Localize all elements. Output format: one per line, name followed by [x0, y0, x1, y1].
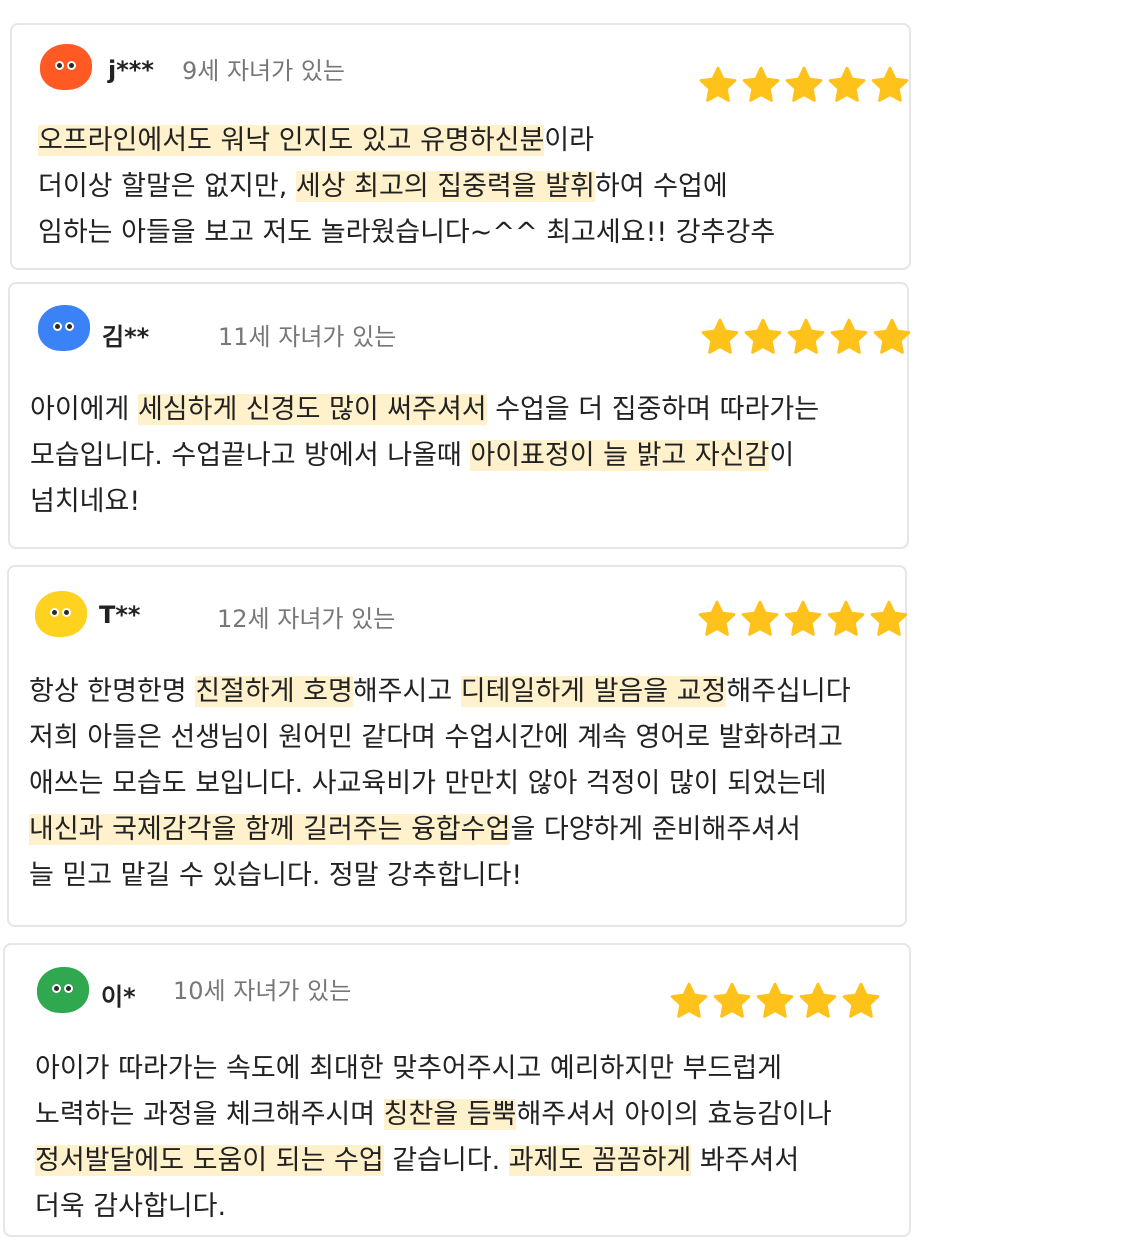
review-text-segment: 해주시고: [352, 676, 461, 707]
reviewer-name: 김**: [102, 323, 150, 351]
review-text-segment: 같습니다.: [383, 1145, 509, 1176]
eye-icon: [55, 61, 64, 70]
review-text-segment: 해주십니다: [726, 676, 851, 707]
review-line: 아이에게 세심하게 신경도 많이 써주셔서 수업을 더 집중하며 따라가는: [30, 387, 819, 433]
review-line: 내신과 국제감각을 함께 길러주는 융합수업을 다양하게 준비해주셔서: [29, 807, 851, 853]
review-text-segment: 애쓰는 모습도 보입니다. 사교육비가 만만치 않아 걱정이 많이 되었는데: [29, 768, 827, 799]
star-icon: [742, 66, 780, 102]
star-icon: [698, 600, 736, 636]
review-line: 넘치네요!: [30, 479, 819, 525]
star-icon: [713, 982, 751, 1018]
star-icon: [701, 318, 739, 354]
review-text-segment: 항상 한명한명: [29, 676, 196, 707]
highlighted-text: 세상 최고의 집중력을 발휘: [295, 171, 595, 202]
review-text-segment: 봐주셔서: [691, 1145, 800, 1176]
review-text-segment: 수업을 더 집중하며 따라가는: [486, 394, 820, 425]
review-text: 아이에게 세심하게 신경도 많이 써주셔서 수업을 더 집중하며 따라가는 모습입…: [30, 387, 819, 525]
highlighted-text: 디테일하게 발음을 교정: [460, 676, 727, 707]
review-line: 오프라인에서도 워낙 인지도 있고 유명하신분이라: [38, 118, 775, 164]
review-line: 더욱 감사합니다.: [35, 1184, 832, 1230]
eye-icon: [65, 322, 74, 331]
review-text-segment: 아이에게: [30, 394, 138, 425]
review-line: 모습입니다. 수업끝나고 방에서 나올때 아이표정이 늘 밝고 자신감이: [30, 433, 819, 479]
review-line: 늘 믿고 맡길 수 있습니다. 정말 강추합니다!: [29, 853, 851, 899]
rating-stars: [700, 317, 912, 357]
review-line: 저희 아들은 선생님이 원어민 같다며 수업시간에 계속 영어로 발화하려고: [29, 715, 851, 761]
avatar: [38, 305, 90, 351]
star-icon: [842, 982, 880, 1018]
eye-icon: [50, 608, 59, 617]
reviewer-subtitle: 11세 자녀가 있는: [218, 323, 397, 351]
review-text-segment: 아이가 따라가는 속도에 최대한 맞추어주시고 예리하지만 부드럽게: [35, 1053, 783, 1084]
reviewer-name: 이*: [101, 983, 136, 1011]
star-icon: [830, 318, 868, 354]
star-icon: [741, 600, 779, 636]
star-icon: [744, 318, 782, 354]
review-card: 이* 10세 자녀가 있는 아이가 따라가는 속도에 최대한 맞추어주시고 예리…: [3, 943, 911, 1237]
highlighted-text: 정서발달에도 도움이 되는 수업: [35, 1145, 384, 1176]
review-text-segment: 더이상 할말은 없지만,: [38, 171, 296, 202]
star-icon: [670, 982, 708, 1018]
highlighted-text: 내신과 국제감각을 함께 길러주는 융합수업: [29, 814, 511, 845]
avatar: [35, 591, 87, 637]
review-text: 아이가 따라가는 속도에 최대한 맞추어주시고 예리하지만 부드럽게노력하는 과…: [35, 1046, 832, 1230]
star-icon: [799, 982, 837, 1018]
highlighted-text: 세심하게 신경도 많이 써주셔서: [137, 394, 487, 425]
review-line: 정서발달에도 도움이 되는 수업 같습니다. 과제도 꼼꼼하게 봐주셔서: [35, 1138, 832, 1184]
star-icon: [873, 318, 911, 354]
rating-stars: [669, 981, 881, 1021]
review-text: 항상 한명한명 친절하게 호명해주시고 디테일하게 발음을 교정해주십니다저희 …: [29, 669, 851, 899]
eye-icon: [52, 984, 61, 993]
review-text-segment: 을 다양하게 준비해주셔서: [510, 814, 801, 845]
star-icon: [785, 66, 823, 102]
reviewer-subtitle: 9세 자녀가 있는: [182, 57, 346, 85]
eye-icon: [67, 61, 76, 70]
highlighted-text: 과제도 꼼꼼하게: [508, 1145, 692, 1176]
review-text-segment: 저희 아들은 선생님이 원어민 같다며 수업시간에 계속 영어로 발화하려고: [29, 722, 843, 753]
reviewer-name: T**: [99, 601, 141, 629]
eye-icon: [62, 608, 71, 617]
eye-icon: [53, 322, 62, 331]
highlighted-text: 아이표정이 늘 밝고 자신감: [470, 440, 770, 471]
review-text-segment: 더욱 감사합니다.: [35, 1191, 227, 1222]
avatar: [37, 967, 89, 1013]
reviewer-subtitle: 10세 자녀가 있는: [173, 977, 352, 1005]
review-text-segment: 임하는 아들을 보고 저도 놀라웠습니다~^^ 최고세요!! 강추강추: [38, 217, 776, 248]
review-text-segment: 이라: [544, 125, 594, 156]
review-text-segment: 넘치네요!: [30, 486, 141, 517]
star-icon: [871, 66, 909, 102]
review-line: 애쓰는 모습도 보입니다. 사교육비가 만만치 않아 걱정이 많이 되었는데: [29, 761, 851, 807]
avatar: [40, 44, 92, 90]
star-icon: [699, 66, 737, 102]
star-icon: [784, 600, 822, 636]
star-icon: [827, 600, 865, 636]
review-line: 임하는 아들을 보고 저도 놀라웠습니다~^^ 최고세요!! 강추강추: [38, 210, 775, 256]
review-card: 김** 11세 자녀가 있는 아이에게 세심하게 신경도 많이 써주셔서 수업을…: [8, 282, 912, 549]
review-line: 아이가 따라가는 속도에 최대한 맞추어주시고 예리하지만 부드럽게: [35, 1046, 832, 1092]
review-text-segment: 하여 수업에: [594, 171, 728, 202]
star-icon: [828, 66, 866, 102]
eye-icon: [64, 984, 73, 993]
review-text-segment: 모습입니다. 수업끝나고 방에서 나올때: [30, 440, 471, 471]
star-icon: [870, 600, 908, 636]
review-text-segment: 이: [769, 440, 795, 471]
review-card: j*** 9세 자녀가 있는 오프라인에서도 워낙 인지도 있고 유명하신분이라…: [10, 23, 911, 270]
highlighted-text: 칭찬을 듬뿍: [383, 1099, 517, 1130]
review-text: 오프라인에서도 워낙 인지도 있고 유명하신분이라 더이상 할말은 없지만, 세상…: [38, 118, 775, 256]
highlighted-text: 오프라인에서도 워낙 인지도 있고 유명하신분: [38, 125, 545, 156]
rating-stars: [698, 65, 910, 105]
rating-stars: [697, 599, 909, 639]
review-text-segment: 늘 믿고 맡길 수 있습니다. 정말 강추합니다!: [29, 860, 523, 891]
review-line: 노력하는 과정을 체크해주시며 칭찬을 듬뿍해주셔서 아이의 효능감이나: [35, 1092, 832, 1138]
review-text-segment: 해주셔서 아이의 효능감이나: [516, 1099, 832, 1130]
review-line: 더이상 할말은 없지만, 세상 최고의 집중력을 발휘하여 수업에: [38, 164, 775, 210]
review-text-segment: 노력하는 과정을 체크해주시며: [35, 1099, 384, 1130]
review-card: T** 12세 자녀가 있는 항상 한명한명 친절하게 호명해주시고 디테일하게…: [7, 565, 909, 927]
reviewer-subtitle: 12세 자녀가 있는: [217, 605, 396, 633]
star-icon: [756, 982, 794, 1018]
review-line: 항상 한명한명 친절하게 호명해주시고 디테일하게 발음을 교정해주십니다: [29, 669, 851, 715]
star-icon: [787, 318, 825, 354]
highlighted-text: 친절하게 호명: [195, 676, 353, 707]
reviewer-name: j***: [108, 56, 154, 84]
